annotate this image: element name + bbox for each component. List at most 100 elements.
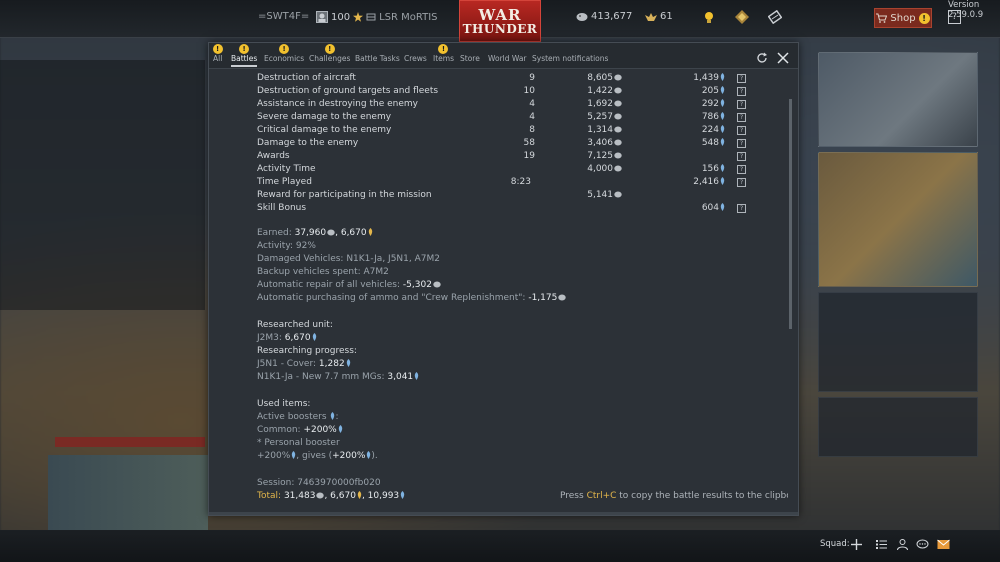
shop-button[interactable]: Shop !: [874, 8, 932, 28]
silver-lions-icon: [558, 294, 567, 301]
contacts-icon[interactable]: [896, 538, 909, 551]
bottom-bar: Squad:: [0, 530, 1000, 562]
tab-items[interactable]: ! Items: [433, 44, 454, 63]
help-icon[interactable]: ?: [737, 152, 746, 161]
refresh-icon[interactable]: [756, 52, 768, 64]
help-icon[interactable]: ?: [737, 87, 746, 96]
result-row: Assistance in destroying the enemy 4 1,6…: [257, 99, 757, 112]
result-silver-value: 4,000: [587, 164, 613, 174]
ammo-label: Automatic purchasing of ammo and "Crew R…: [257, 293, 526, 303]
researched-unit-line: J2M3: 6,670: [257, 333, 317, 346]
result-count: 8:23: [510, 177, 531, 187]
lightbulb-icon[interactable]: [704, 11, 714, 24]
result-row: Awards 19 7,125 ?: [257, 151, 757, 164]
researched-rp: 6,670: [284, 333, 311, 343]
progress-value: 3,041: [387, 372, 414, 382]
tab-battles[interactable]: ! Battles: [231, 44, 258, 67]
result-silver-value: 5,141: [587, 190, 613, 200]
silver-lions-balance[interactable]: 413,677: [576, 11, 632, 22]
tab-crews[interactable]: Crews: [404, 54, 427, 63]
tab-warning-icon: !: [279, 44, 290, 54]
list-icon[interactable]: [875, 538, 888, 551]
help-icon[interactable]: ?: [737, 178, 746, 187]
player-rank[interactable]: 100 LSR MoRTIS: [316, 11, 438, 23]
rank-value: 100: [331, 11, 351, 23]
tab-all[interactable]: ! All: [212, 44, 223, 63]
result-rp: 205: [622, 86, 725, 96]
help-icon[interactable]: ?: [737, 74, 746, 83]
result-rp-value: 156: [701, 164, 719, 174]
help-icon[interactable]: ?: [737, 204, 746, 213]
logo-line2: THUNDER: [462, 21, 538, 36]
progress-label: N1K1-Ja - New 7.7 mm MGs:: [257, 372, 385, 382]
result-row: Destruction of ground targets and fleets…: [257, 86, 757, 99]
silver-value: 413,677: [591, 11, 633, 22]
tab-world-war[interactable]: World War: [488, 54, 527, 63]
tab-store[interactable]: Store: [460, 54, 480, 63]
tab-system-notifications[interactable]: System notifications: [532, 54, 608, 63]
warbond-icon[interactable]: [768, 10, 782, 24]
result-count: 10: [523, 86, 535, 96]
help-icon[interactable]: ?: [737, 165, 746, 174]
result-silver: 5,257: [537, 112, 622, 122]
chat-icon[interactable]: [916, 538, 929, 551]
result-row: Skill Bonus 604 ?: [257, 203, 757, 216]
result-silver: 4,000: [537, 164, 622, 174]
common-value: +200%: [303, 425, 337, 435]
ammo-value: -1,175: [528, 293, 558, 303]
result-count: 4: [529, 112, 535, 122]
activity-line: Activity: 92%: [257, 241, 316, 251]
total-line: Total: 31,483, 6,670, 10,993: [257, 491, 405, 504]
tab-label: World War: [488, 54, 527, 63]
scrollbar[interactable]: [789, 99, 792, 329]
tab-economics[interactable]: ! Economics: [264, 44, 305, 63]
result-row: Activity Time 4,000 156 ?: [257, 164, 757, 177]
total-silver: 31,483: [283, 491, 316, 501]
earned-label: Earned:: [257, 228, 292, 238]
result-silver: 3,406: [537, 138, 622, 148]
tab-label: Economics: [264, 54, 305, 63]
result-silver-value: 1,692: [587, 99, 613, 109]
tab-label: System notifications: [532, 54, 609, 63]
result-label: Activity Time: [257, 164, 316, 174]
silver-lions-icon: [614, 126, 622, 133]
result-count: 58: [523, 138, 535, 148]
premium-account-icon[interactable]: [735, 10, 749, 24]
tab-warning-icon: !: [212, 44, 223, 54]
close-icon[interactable]: [777, 52, 789, 64]
golden-eagles-balance[interactable]: 61: [645, 11, 673, 22]
research-points-icon: [720, 99, 725, 107]
silver-lions-icon: [327, 229, 335, 236]
result-rp: 292: [622, 99, 725, 109]
copy-hint-key: Ctrl+C: [586, 491, 617, 501]
result-label: Destruction of aircraft: [257, 73, 356, 83]
top-bar: =SWT4F= 100 LSR MoRTIS WAR THUNDER 413,6…: [0, 0, 1000, 42]
silver-lions-icon: [614, 113, 622, 120]
result-rp-value: 224: [701, 125, 719, 135]
result-label: Assistance in destroying the enemy: [257, 99, 418, 109]
tab-battle-tasks[interactable]: Battle Tasks: [355, 54, 400, 63]
add-squad-member-icon[interactable]: [850, 538, 863, 551]
help-icon[interactable]: ?: [737, 100, 746, 109]
help-icon[interactable]: ?: [737, 126, 746, 135]
help-icon[interactable]: ?: [737, 113, 746, 122]
tab-label: Battles: [231, 54, 258, 63]
help-icon[interactable]: ?: [737, 139, 746, 148]
mail-icon[interactable]: [937, 538, 950, 551]
background-red-bar: [55, 437, 205, 447]
player-name[interactable]: =SWT4F=: [258, 11, 309, 22]
background-slot-panel: [48, 455, 208, 530]
background-right-panel: [818, 52, 978, 457]
tab-challenges[interactable]: ! Challenges: [309, 44, 350, 63]
result-rp-value: 548: [701, 138, 719, 148]
progress-label: J5N1 - Cover:: [257, 359, 317, 369]
active-boosters-label: Active boosters: [257, 412, 327, 422]
result-rp-value: 604: [701, 203, 719, 213]
golden-eagle-icon: [645, 12, 657, 21]
squad-label: Squad:: [820, 539, 850, 549]
tab-label: All: [213, 54, 223, 63]
booster-pct: +200%: [257, 451, 291, 461]
result-silver-value: 8,605: [587, 73, 613, 83]
booster-gives: , gives (: [296, 451, 333, 461]
colon: :: [335, 412, 339, 422]
